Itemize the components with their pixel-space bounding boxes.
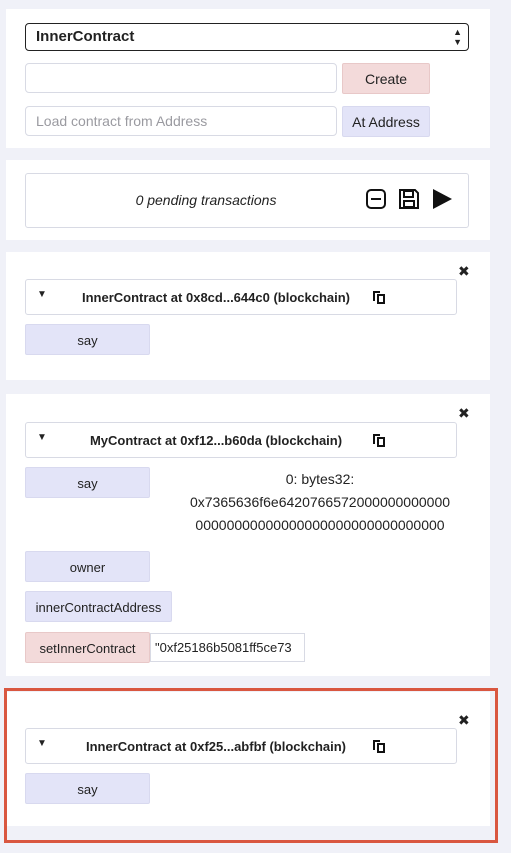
save-icon[interactable] xyxy=(397,187,421,211)
set-inner-contract-arg-input[interactable]: "0xf25186b5081ff5ce73 xyxy=(150,633,305,662)
clear-instances-icon[interactable] xyxy=(365,188,387,210)
call-result: 0: bytes32: 0x7365636f6e6420766572000000… xyxy=(160,468,480,537)
close-icon[interactable]: ✖ xyxy=(458,712,470,729)
function-say-button[interactable]: say xyxy=(25,467,150,498)
result-line: 0: bytes32: xyxy=(285,471,355,487)
function-set-inner-contract-button[interactable]: setInnerContract xyxy=(25,632,150,663)
at-address-button[interactable]: At Address xyxy=(342,106,430,137)
instance-header[interactable]: ▼ MyContract at 0xf12...b60da (blockchai… xyxy=(25,422,457,458)
function-say-button[interactable]: say xyxy=(25,324,150,355)
instance-panel xyxy=(6,252,490,380)
instance-title: InnerContract at 0xf25...abfbf (blockcha… xyxy=(85,739,347,754)
result-line: 0x7365636f6e6420766572000000000000 xyxy=(189,494,451,510)
create-button[interactable]: Create xyxy=(342,63,430,94)
copy-icon[interactable] xyxy=(372,739,386,754)
pending-text: 0 pending transactions xyxy=(135,192,277,208)
address-input[interactable]: Load contract from Address xyxy=(25,106,337,136)
instance-title: InnerContract at 0x8cd...644c0 (blockcha… xyxy=(81,290,351,305)
select-arrows-icon: ▲ ▼ xyxy=(453,27,462,47)
close-icon[interactable]: ✖ xyxy=(458,405,470,422)
contract-select[interactable]: InnerContract ▲ ▼ xyxy=(25,23,469,51)
constructor-input[interactable] xyxy=(25,63,337,93)
function-inner-contract-address-button[interactable]: innerContractAddress xyxy=(25,591,172,622)
close-icon[interactable]: ✖ xyxy=(458,263,470,280)
function-owner-button[interactable]: owner xyxy=(25,551,150,582)
result-line: 00000000000000000000000000000000 xyxy=(195,517,445,533)
instance-header[interactable]: ▼ InnerContract at 0x8cd...644c0 (blockc… xyxy=(25,279,457,315)
instance-header[interactable]: ▼ InnerContract at 0xf25...abfbf (blockc… xyxy=(25,728,457,764)
function-say-button[interactable]: say xyxy=(25,773,150,804)
contract-select-value: InnerContract xyxy=(36,28,135,45)
copy-icon[interactable] xyxy=(372,290,386,305)
copy-icon[interactable] xyxy=(372,433,386,448)
instance-title: MyContract at 0xf12...b60da (blockchain) xyxy=(89,433,343,448)
pending-transactions-box: 0 pending transactions xyxy=(25,173,469,228)
play-icon[interactable] xyxy=(431,188,453,210)
